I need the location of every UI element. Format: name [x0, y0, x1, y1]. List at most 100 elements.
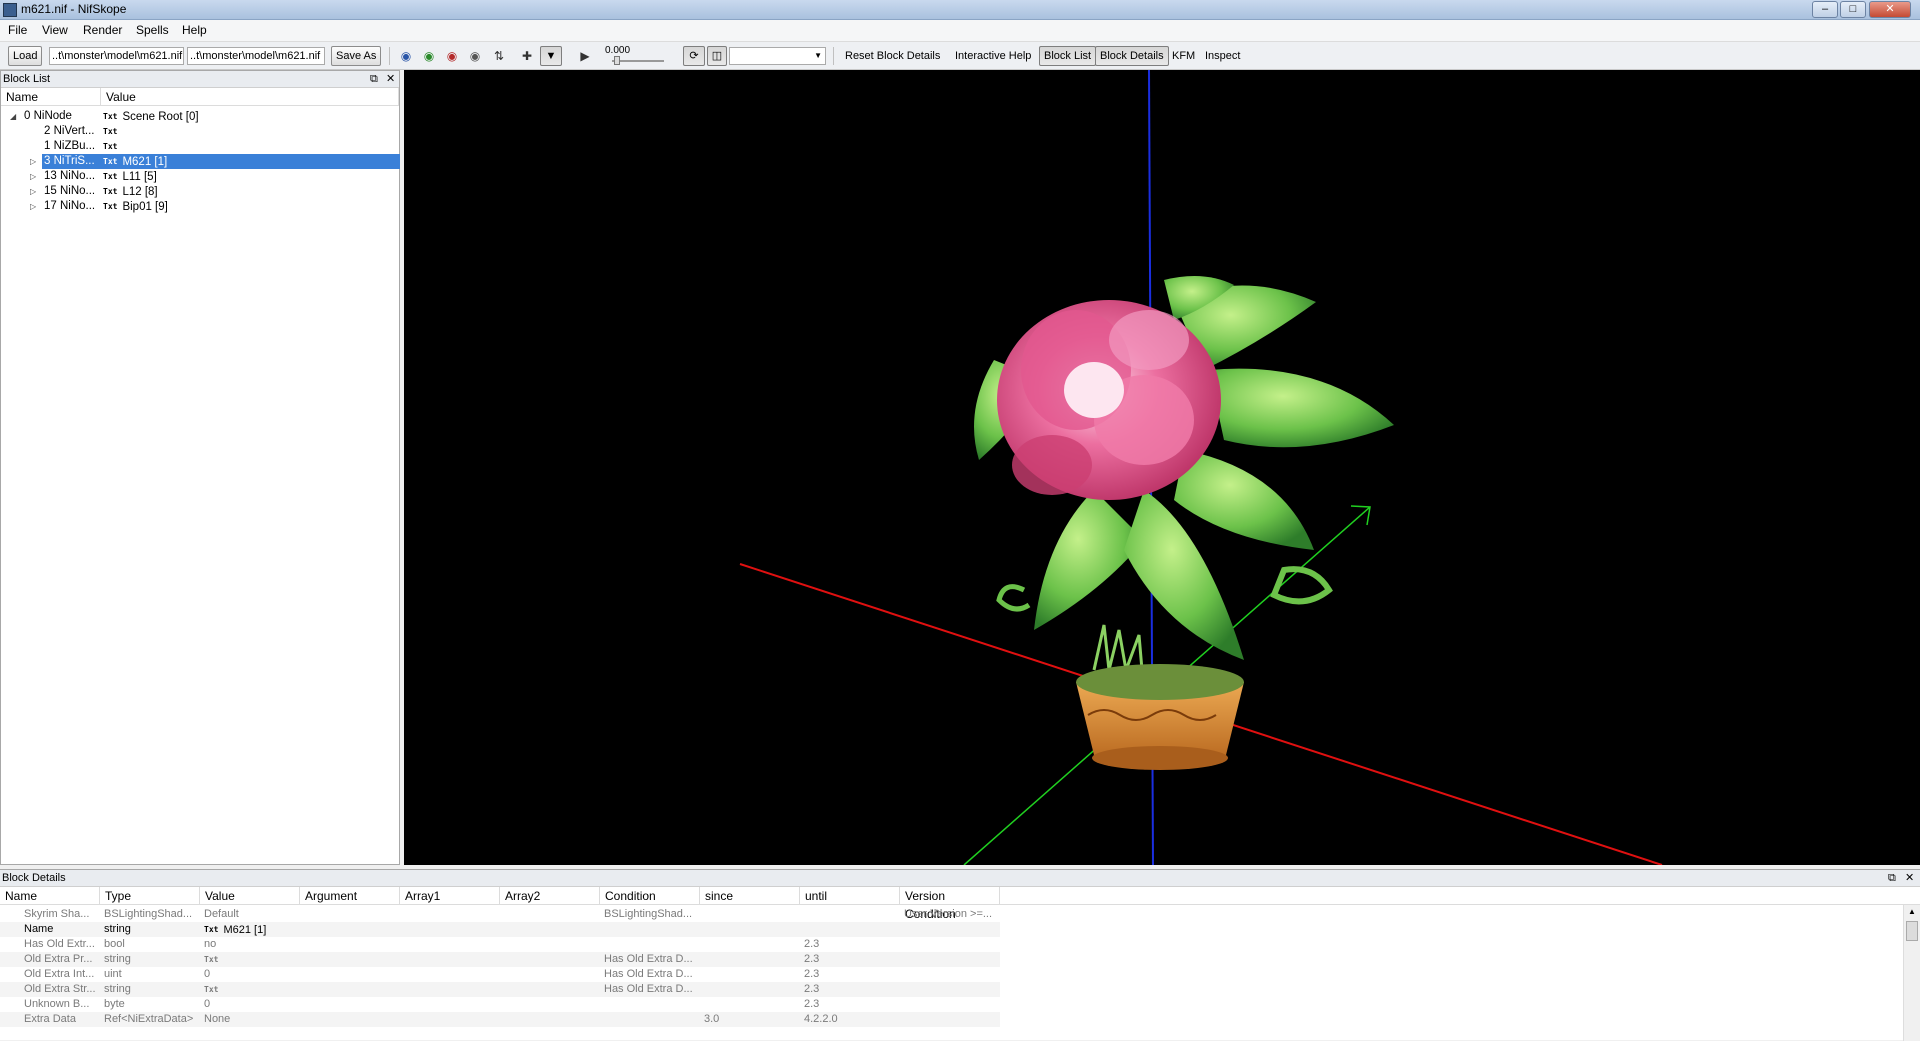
switch-icon[interactable]: ◫ [707, 46, 727, 66]
column-argument[interactable]: Argument [300, 887, 400, 905]
details-row[interactable]: Old Extra Int... uint 0 Has Old Extra D... 2… [0, 967, 1000, 982]
details-row[interactable]: Skyrim Sha... BSLightingShad... Default BSL… [0, 907, 1000, 922]
render-viewport[interactable] [404, 70, 1920, 865]
cell-cond: Has Old Extra D... [604, 983, 693, 995]
view-dropdown-icon[interactable]: ▼ [540, 46, 562, 66]
tree-row-selected[interactable]: ▷ 3 NiTriS... Txt M621 [1] [1, 154, 400, 169]
tree-row[interactable]: ▷ 15 NiNo... Txt L12 [8] [1, 184, 399, 199]
expand-arrow-icon[interactable]: ▷ [30, 154, 36, 169]
undock-icon[interactable]: ⧉ [370, 71, 378, 87]
minimize-button[interactable]: – [1812, 1, 1838, 18]
txt-icon: Txt [103, 202, 118, 211]
block-details-toggle[interactable]: Block Details [1095, 46, 1169, 66]
tree-row[interactable]: ▷ 17 NiNo... Txt Bip01 [9] [1, 199, 399, 214]
cell-until: 2.3 [804, 938, 820, 950]
view-user-icon[interactable]: ◉ [467, 48, 483, 64]
expand-arrow-icon[interactable]: ▷ [30, 199, 36, 214]
close-button[interactable]: ✕ [1869, 1, 1911, 18]
view-side-icon[interactable]: ◉ [444, 48, 460, 64]
menu-help[interactable]: Help [182, 23, 207, 37]
block-name: 0 NiNode [24, 110, 72, 122]
menu-render[interactable]: Render [83, 23, 122, 37]
undock-icon[interactable]: ⧉ [1888, 870, 1896, 886]
cell-until: 2.3 [804, 968, 820, 980]
cell-value: Txt [204, 952, 300, 968]
menu-bar: File View Render Spells Help [0, 20, 1920, 42]
column-since[interactable]: since [700, 887, 800, 905]
maximize-button[interactable]: □ [1840, 1, 1866, 18]
block-value: Txt Bip01 [9] [103, 201, 168, 213]
column-value[interactable]: Value [200, 887, 300, 905]
tree-row[interactable]: 2 NiVert... Txt [1, 124, 399, 139]
details-row[interactable]: Old Extra Str... string Txt Has Old Extra D… [0, 982, 1000, 997]
block-value: Txt M621 [1] [103, 156, 168, 168]
block-value: Txt [103, 124, 122, 140]
walk-icon[interactable]: ⇅ [491, 48, 507, 64]
column-until[interactable]: until [800, 887, 900, 905]
column-array2[interactable]: Array2 [500, 887, 600, 905]
column-name[interactable]: Name [0, 887, 100, 905]
column-condition[interactable]: Condition [600, 887, 700, 905]
details-row[interactable]: Old Extra Pr... string Txt Has Old Extra D.… [0, 952, 1000, 967]
load-path-field[interactable]: ..t\monster\model\m621.nif [49, 47, 184, 65]
inspect-button[interactable]: Inspect [1200, 46, 1245, 66]
column-name[interactable]: Name [1, 88, 101, 106]
cell-type: string [104, 923, 131, 935]
details-row[interactable]: Extra Data Ref<NiExtraData> None 3.0 4.2.2.0 [0, 1012, 1000, 1027]
column-array1[interactable]: Array1 [400, 887, 500, 905]
details-row[interactable]: Unknown B... byte 0 2.3 [0, 997, 1000, 1012]
save-as-button[interactable]: Save As [331, 46, 382, 66]
tree-row[interactable]: ▷ 13 NiNo... Txt L11 [5] [1, 169, 399, 184]
loop-icon[interactable]: ⟳ [683, 46, 705, 66]
block-name: 1 NiZBu... [44, 140, 96, 152]
toolbar: Load ..t\monster\model\m621.nif ..t\mons… [0, 42, 1920, 70]
interactive-help-button[interactable]: Interactive Help [950, 46, 1036, 66]
app-icon [3, 3, 17, 17]
cell-type: byte [104, 998, 125, 1010]
time-slider-handle[interactable] [614, 56, 620, 65]
column-type[interactable]: Type [100, 887, 200, 905]
menu-file[interactable]: File [8, 23, 27, 37]
menu-spells[interactable]: Spells [136, 23, 169, 37]
reset-block-details-button[interactable]: Reset Block Details [840, 46, 945, 66]
expand-arrow-icon[interactable]: ◢ [10, 109, 16, 124]
details-row[interactable]: Name string Txt M621 [1] [0, 922, 1000, 937]
cell-since: 3.0 [704, 1013, 720, 1025]
expand-arrow-icon[interactable]: ▷ [30, 169, 36, 184]
tree-row[interactable]: ◢ 0 NiNode Txt Scene Root [0] [1, 109, 399, 124]
view-top-icon[interactable]: ◉ [398, 48, 414, 64]
details-scrollbar[interactable]: ▲ [1903, 905, 1920, 1041]
axis-icon[interactable]: ✚ [519, 48, 535, 64]
scene-canvas[interactable] [404, 70, 1920, 865]
scroll-up-icon[interactable]: ▲ [1906, 907, 1918, 919]
details-row[interactable]: Has Old Extr... bool no 2.3 [0, 937, 1000, 952]
cell-cond: BSLightingShad... [604, 908, 693, 920]
load-button[interactable]: Load [8, 46, 43, 66]
menu-view[interactable]: View [42, 23, 68, 37]
cell-type: string [104, 953, 131, 965]
play-icon[interactable]: ▶ [577, 48, 593, 64]
block-value: Txt L12 [8] [103, 186, 158, 198]
close-panel-icon[interactable]: ✕ [1905, 870, 1914, 886]
animation-select[interactable]: ▼ [729, 47, 826, 65]
kfm-button[interactable]: KFM [1167, 46, 1200, 66]
save-path-field[interactable]: ..t\monster\model\m621.nif [187, 47, 325, 65]
cell-value: Default [204, 908, 239, 920]
cell-value: 0 [204, 998, 211, 1010]
scroll-thumb[interactable] [1906, 921, 1918, 941]
view-front-icon[interactable]: ◉ [421, 48, 437, 64]
cell-until: 2.3 [804, 953, 820, 965]
block-list-toggle[interactable]: Block List [1039, 46, 1097, 66]
block-name: 13 NiNo... [44, 170, 96, 182]
cell-until: 4.2.2.0 [804, 1013, 838, 1025]
column-value[interactable]: Value [101, 88, 399, 106]
cell-vcond: User Version >=... [904, 908, 993, 920]
close-panel-icon[interactable]: ✕ [386, 71, 395, 87]
tree-row[interactable]: 1 NiZBu... Txt [1, 139, 399, 154]
block-value: Txt [103, 139, 122, 155]
cell-type: Ref<NiExtraData> [104, 1013, 194, 1025]
column-version-condition[interactable]: Version Condition [900, 887, 1000, 921]
block-list-header: Block List ⧉ ✕ [1, 71, 399, 88]
expand-arrow-icon[interactable]: ▷ [30, 184, 36, 199]
cell-type: bool [104, 938, 125, 950]
